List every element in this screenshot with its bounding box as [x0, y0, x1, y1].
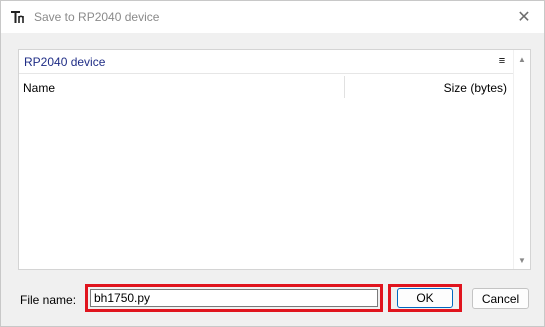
thonny-icon [10, 9, 26, 25]
column-header-name[interactable]: Name [23, 81, 55, 95]
file-name-input[interactable] [90, 289, 378, 307]
file-browser-panel: RP2040 device ≡ Name Size (bytes) ▲ ▼ [18, 49, 531, 270]
close-icon[interactable]: ✕ [510, 5, 538, 29]
column-headers: Name Size (bytes) [19, 76, 513, 98]
file-name-highlight [85, 284, 383, 312]
scroll-down-icon[interactable]: ▼ [518, 256, 526, 265]
menu-icon[interactable]: ≡ [495, 53, 509, 69]
column-divider[interactable] [344, 76, 345, 98]
file-name-label: File name: [20, 293, 77, 307]
browser-header: RP2040 device ≡ [19, 50, 513, 74]
ok-button[interactable]: OK [397, 288, 453, 308]
save-dialog: Save to RP2040 device ✕ RP2040 device ≡ … [0, 0, 545, 327]
window-title: Save to RP2040 device [34, 10, 160, 24]
location-label[interactable]: RP2040 device [24, 55, 105, 69]
cancel-button[interactable]: Cancel [472, 288, 529, 309]
scroll-up-icon[interactable]: ▲ [518, 55, 526, 64]
ok-highlight: OK [388, 284, 462, 312]
vertical-scrollbar[interactable]: ▲ ▼ [513, 50, 530, 269]
column-header-size[interactable]: Size (bytes) [444, 81, 507, 95]
title-bar: Save to RP2040 device ✕ [1, 1, 544, 33]
